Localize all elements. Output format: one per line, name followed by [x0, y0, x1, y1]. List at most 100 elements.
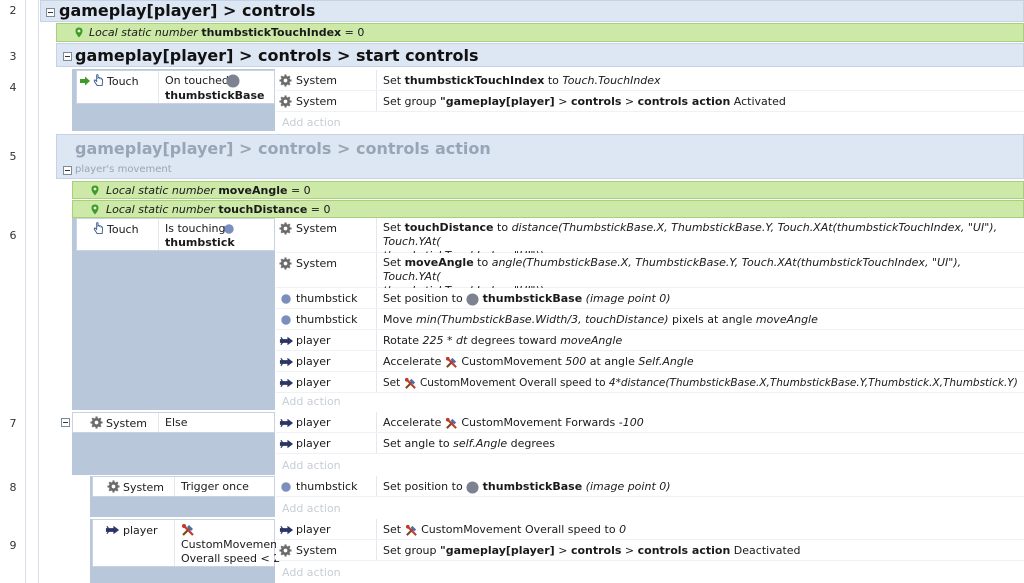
variable-prefix: Local static number — [106, 184, 215, 197]
separator — [158, 413, 159, 432]
behavior-tools-icon — [181, 523, 195, 537]
separator — [174, 477, 175, 496]
player-sprite-icon — [279, 378, 294, 388]
collapse-toggle[interactable] — [63, 52, 72, 61]
separator — [158, 71, 159, 103]
local-variable-thumbstickTouchIndex[interactable]: Local static number thumbstickTouchIndex… — [56, 23, 1024, 42]
action-text: Set CustomMovement Overall speed to 4*di… — [383, 377, 1018, 390]
condition-is-touching[interactable]: Touch Is touching thumbstick — [76, 218, 275, 251]
thumbstick-object-icon — [223, 223, 235, 235]
action-row[interactable]: thumbstick Set position to thumbstickBas… — [276, 476, 1024, 497]
action-row[interactable]: System Set group "gameplay[player] > con… — [276, 91, 1024, 112]
variable-value: = 0 — [344, 26, 365, 39]
action-row[interactable]: player Accelerate CustomMovement 500 at … — [276, 351, 1024, 372]
line-number: 5 — [9, 150, 17, 163]
variable-pin-icon — [75, 27, 83, 38]
action-row[interactable]: player Set angle to self.Angle degrees — [276, 433, 1024, 454]
separator — [376, 91, 377, 111]
action-object: player — [296, 437, 331, 450]
separator — [376, 70, 377, 90]
variable-prefix: Local static number — [106, 203, 215, 216]
action-text: Set thumbstickTouchIndex to Touch.TouchI… — [383, 74, 661, 87]
action-object: thumbstick — [296, 480, 358, 493]
action-text: Rotate 225 * dt degrees toward moveAngle — [383, 334, 623, 347]
local-variable-touchDistance[interactable]: Local static number touchDistance = 0 — [72, 200, 1024, 218]
separator — [376, 218, 377, 252]
action-row[interactable]: System Set moveAngle to angle(Thumbstick… — [276, 253, 1024, 297]
action-object: player — [296, 416, 331, 429]
variable-value: = 0 — [290, 184, 311, 197]
separator — [376, 372, 377, 392]
variable-pin-icon — [91, 204, 99, 215]
action-row[interactable]: thumbstick Set position to thumbstickBas… — [276, 288, 1024, 309]
condition-object-param: thumbstick — [165, 236, 235, 249]
collapse-toggle[interactable] — [61, 418, 70, 427]
variable-name: touchDistance — [218, 203, 308, 216]
line-number: 4 — [9, 81, 17, 94]
separator — [376, 433, 377, 453]
action-row[interactable]: player Set CustomMovement Overall speed … — [276, 372, 1024, 393]
thumbstickbase-object-icon — [466, 293, 479, 306]
action-object: player — [296, 355, 331, 368]
gear-icon — [279, 222, 292, 235]
action-row[interactable]: thumbstick Move min(ThumbstickBase.Width… — [276, 309, 1024, 330]
condition-object: player — [123, 524, 158, 537]
indent-guide — [38, 0, 39, 583]
condition-text: Trigger once — [181, 480, 249, 493]
collapse-toggle[interactable] — [46, 8, 55, 17]
action-object: System — [296, 544, 338, 557]
group-title: gameplay[player] > controls > controls a… — [75, 139, 491, 158]
condition-trigger-once[interactable]: System Trigger once — [92, 476, 275, 497]
separator — [376, 309, 377, 329]
variable-pin-icon — [91, 185, 99, 196]
condition-object: System — [123, 481, 165, 494]
add-action-link[interactable]: Add action — [282, 459, 341, 472]
variable-value: = 0 — [310, 203, 331, 216]
condition-on-touched[interactable]: Touch On touched thumbstickBase — [76, 70, 275, 104]
touch-hand-icon — [93, 74, 104, 87]
behavior-tools-icon — [405, 524, 418, 537]
player-sprite-icon — [279, 525, 294, 535]
line-number: 8 — [9, 481, 17, 494]
action-row[interactable]: System Set group "gameplay[player] > con… — [276, 540, 1024, 561]
behavior-tools-icon — [404, 377, 417, 390]
line-number: 6 — [9, 229, 17, 242]
add-action-link[interactable]: Add action — [282, 116, 341, 129]
action-object: thumbstick — [296, 292, 358, 305]
add-action-link[interactable]: Add action — [282, 395, 341, 408]
event-arrow-icon — [79, 76, 91, 86]
collapse-toggle[interactable] — [63, 166, 72, 175]
separator — [376, 288, 377, 308]
separator — [174, 520, 175, 566]
separator — [376, 253, 377, 287]
condition-text: CustomMovement — [181, 538, 282, 551]
group-controls-action[interactable]: gameplay[player] > controls > controls a… — [56, 134, 1024, 179]
condition-overall-speed[interactable]: player CustomMovement Overall speed < 2 — [92, 519, 281, 567]
group-controls[interactable]: gameplay[player] > controls — [40, 0, 1024, 22]
action-row[interactable]: player Set CustomMovement Overall speed … — [276, 519, 1024, 540]
add-action-link[interactable]: Add action — [282, 502, 341, 515]
action-text: Accelerate CustomMovement Forwards -100 — [383, 416, 644, 429]
condition-text: Overall speed < 2 — [181, 552, 281, 565]
gear-icon — [107, 480, 120, 493]
group-title: gameplay[player] > controls — [59, 1, 316, 20]
group-start-controls[interactable]: gameplay[player] > controls > start cont… — [56, 43, 1024, 67]
behavior-tools-icon — [445, 356, 458, 369]
player-sprite-icon — [279, 336, 294, 346]
gear-icon — [279, 257, 292, 270]
action-row[interactable]: player Accelerate CustomMovement Forward… — [276, 412, 1024, 433]
add-action-link[interactable]: Add action — [282, 566, 341, 579]
action-text: Set group "gameplay[player] > controls >… — [383, 95, 786, 108]
action-object: System — [296, 222, 338, 235]
condition-object: Touch — [107, 75, 139, 88]
condition-else[interactable]: System Else — [72, 412, 275, 433]
action-row[interactable]: player Rotate 225 * dt degrees toward mo… — [276, 330, 1024, 351]
thumbstick-object-icon — [280, 314, 292, 326]
line-number: 2 — [9, 4, 17, 17]
separator — [376, 476, 377, 496]
action-row[interactable]: System Set touchDistance to distance(Thu… — [276, 218, 1024, 262]
separator — [158, 219, 159, 250]
local-variable-moveAngle[interactable]: Local static number moveAngle = 0 — [72, 181, 1024, 199]
thumbstick-object-icon — [280, 481, 292, 493]
action-row[interactable]: System Set thumbstickTouchIndex to Touch… — [276, 70, 1024, 91]
